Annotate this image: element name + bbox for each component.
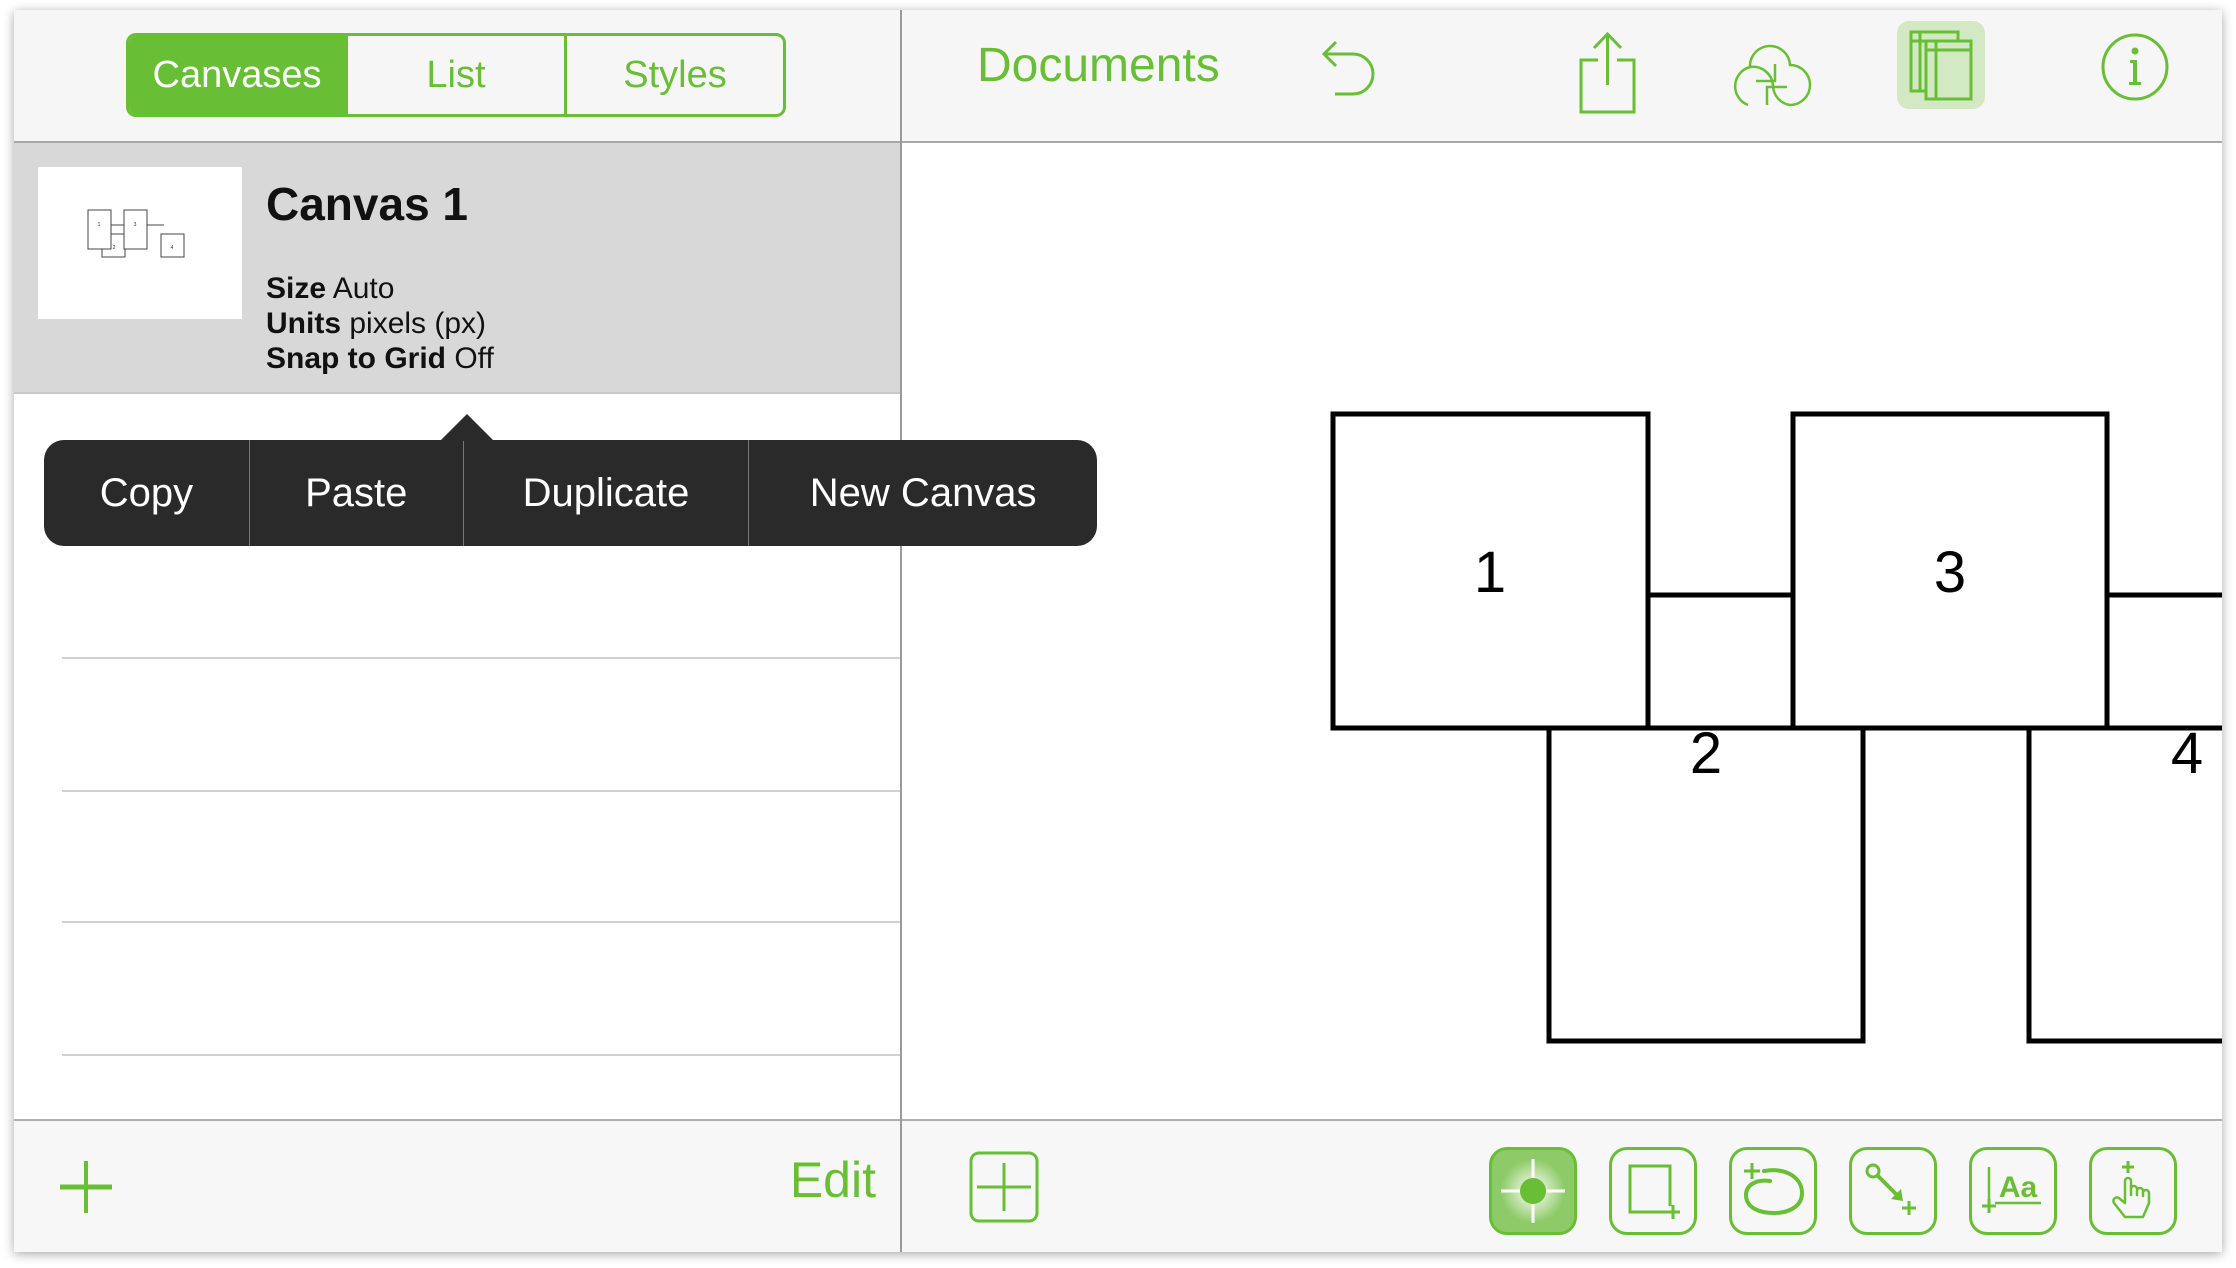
svg-text:3: 3: [134, 222, 137, 228]
add-canvas-button[interactable]: [58, 1159, 114, 1215]
canvases-sidebar-icon: [1909, 30, 1973, 101]
menu-item-paste[interactable]: Paste: [248, 440, 463, 546]
add-box-icon: [969, 1151, 1039, 1223]
popover-arrow: [440, 414, 494, 441]
menu-item-copy[interactable]: Copy: [44, 440, 249, 546]
plus-icon: [60, 1161, 112, 1213]
list-separator: [62, 657, 900, 659]
app-window: Canvases List Styles Documents 1 2 3 4 C…: [14, 10, 2222, 1252]
tab-styles[interactable]: Styles: [564, 36, 783, 114]
list-separator: [62, 790, 900, 792]
property-snap-to-grid: Snap to Grid Off: [266, 342, 494, 375]
info-icon: [2101, 33, 2169, 101]
property-size: Size Auto: [266, 272, 395, 305]
touch-hand-icon: [2112, 1161, 2151, 1219]
info-button[interactable]: [2100, 32, 2170, 102]
svg-text:2: 2: [113, 245, 116, 251]
line-tool[interactable]: [1849, 1147, 1937, 1235]
share-button[interactable]: [1578, 30, 1638, 116]
shape-2-label: 2: [1690, 721, 1722, 786]
undo-button[interactable]: [1317, 30, 1377, 100]
cloud-sync-button[interactable]: [1728, 40, 1818, 110]
text-tool[interactable]: Aa: [1969, 1147, 2057, 1235]
connection-line-icon: [1865, 1163, 1916, 1215]
canvas-thumbnail: 1 2 3 4: [38, 167, 242, 319]
shape-3-label: 3: [1934, 540, 1966, 605]
sidebar-toolbar: Canvases List Styles: [14, 10, 900, 143]
shape-1-label: 1: [1474, 540, 1506, 605]
text-icon: Aa: [1982, 1167, 2041, 1213]
shape-tool[interactable]: [1609, 1147, 1697, 1235]
freehand-tool[interactable]: [1729, 1147, 1817, 1235]
edit-button[interactable]: Edit: [790, 1151, 876, 1209]
crosshair-icon: [1501, 1159, 1565, 1223]
hand-tool[interactable]: [2089, 1147, 2177, 1235]
share-icon: [1579, 31, 1636, 114]
sidebar-bottom-toolbar: Edit: [14, 1119, 900, 1252]
svg-text:1: 1: [98, 222, 101, 228]
menu-item-new-canvas[interactable]: New Canvas: [748, 440, 1097, 546]
canvas-properties: Size Auto Units pixels (px) Snap to Grid…: [266, 271, 494, 376]
tab-canvases[interactable]: Canvases: [129, 36, 345, 114]
svg-text:4: 4: [171, 245, 174, 251]
canvas-title: Canvas 1: [266, 178, 469, 230]
svg-text:Aa: Aa: [1999, 1171, 2038, 1204]
menu-item-duplicate[interactable]: Duplicate: [462, 440, 749, 546]
list-separator: [62, 921, 900, 923]
context-menu: Copy Paste Duplicate New Canvas: [44, 414, 1097, 546]
tab-list[interactable]: List: [345, 36, 564, 114]
documents-button[interactable]: Documents: [977, 38, 1220, 93]
drawing-canvas[interactable]: 1 2 3 4: [902, 143, 2222, 1119]
shape-4-label: 4: [2171, 721, 2203, 786]
add-object-button[interactable]: [969, 1151, 1039, 1223]
sidebar-segmented-control: Canvases List Styles: [126, 33, 786, 117]
main-toolbar: Documents: [902, 10, 2222, 143]
canvas-list-item[interactable]: 1 2 3 4 Canvas 1 Size Auto Units pixels …: [14, 143, 900, 394]
lasso-plus-icon: [1743, 1163, 1805, 1216]
list-separator: [62, 1054, 900, 1056]
undo-icon: [1321, 40, 1375, 96]
rectangle-plus-icon: [1628, 1164, 1680, 1219]
tools-toolbar: Aa: [902, 1119, 2222, 1252]
selection-tool[interactable]: [1489, 1147, 1577, 1235]
cloud-sync-icon: [1733, 44, 1812, 107]
canvases-sidebar-toggle[interactable]: [1897, 21, 1985, 109]
property-units: Units pixels (px): [266, 307, 487, 340]
